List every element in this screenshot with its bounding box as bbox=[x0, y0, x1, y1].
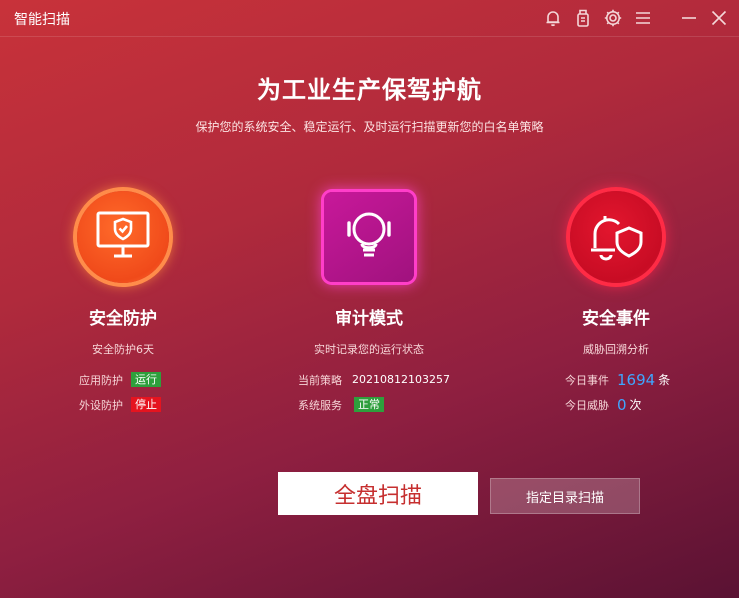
monitor-shield-icon bbox=[94, 210, 152, 264]
audit-title: 审计模式 bbox=[335, 309, 403, 329]
audit-card[interactable]: 审计模式 实时记录您的运行状态 bbox=[269, 186, 469, 357]
today-threats-label: 今日威胁 bbox=[565, 398, 609, 412]
bell-icon[interactable] bbox=[541, 6, 565, 30]
protection-card[interactable]: 安全防护 安全防护6天 bbox=[23, 186, 223, 357]
menu-icon[interactable] bbox=[631, 6, 655, 30]
today-threats-count[interactable]: 0 bbox=[617, 396, 627, 414]
today-events-count[interactable]: 1694 bbox=[617, 371, 655, 389]
app-protection-status: 运行 bbox=[131, 372, 161, 387]
protection-title: 安全防护 bbox=[89, 309, 157, 329]
title-bar: 智能扫描 bbox=[0, 0, 739, 37]
lightbulb-icon bbox=[338, 205, 400, 269]
usb-icon[interactable] bbox=[571, 6, 595, 30]
audit-info: 当前策略 20210812103257 系统服务 正常 bbox=[298, 367, 450, 417]
protection-subtitle: 安全防护6天 bbox=[92, 343, 154, 356]
today-events-label: 今日事件 bbox=[565, 373, 609, 387]
audit-badge[interactable] bbox=[324, 192, 414, 282]
headline: 为工业生产保驾护航 bbox=[257, 76, 482, 104]
today-events-unit: 条 bbox=[658, 373, 671, 387]
today-threats-unit: 次 bbox=[629, 398, 642, 412]
policy-label: 当前策略 bbox=[298, 373, 342, 387]
close-icon[interactable] bbox=[707, 6, 731, 30]
events-title: 安全事件 bbox=[582, 309, 650, 329]
app-title: 智能扫描 bbox=[14, 12, 70, 28]
audit-subtitle: 实时记录您的运行状态 bbox=[314, 343, 424, 356]
subline: 保护您的系统安全、稳定运行、及时运行扫描更新您的白名单策略 bbox=[195, 120, 544, 134]
minimize-icon[interactable] bbox=[677, 6, 701, 30]
service-label: 系统服务 bbox=[298, 398, 342, 412]
events-subtitle: 威胁回溯分析 bbox=[583, 343, 649, 356]
peripheral-protection-status: 停止 bbox=[131, 397, 161, 412]
full-scan-button[interactable]: 全盘扫描 bbox=[278, 472, 478, 515]
gear-icon[interactable] bbox=[601, 6, 625, 30]
events-card[interactable]: 安全事件 威胁回溯分析 bbox=[516, 186, 716, 357]
app-protection-label: 应用防护 bbox=[79, 373, 123, 387]
events-badge[interactable] bbox=[570, 191, 662, 283]
bell-shield-icon bbox=[585, 206, 647, 268]
protection-info: 应用防护 运行 外设防护 停止 bbox=[79, 367, 161, 417]
service-status: 正常 bbox=[354, 397, 384, 412]
events-info: 今日事件 1694 条 今日威胁 0 次 bbox=[565, 367, 670, 417]
directory-scan-button[interactable]: 指定目录扫描 bbox=[490, 478, 640, 514]
protection-badge[interactable] bbox=[77, 191, 169, 283]
policy-value: 20210812103257 bbox=[352, 373, 450, 386]
peripheral-protection-label: 外设防护 bbox=[79, 398, 123, 412]
